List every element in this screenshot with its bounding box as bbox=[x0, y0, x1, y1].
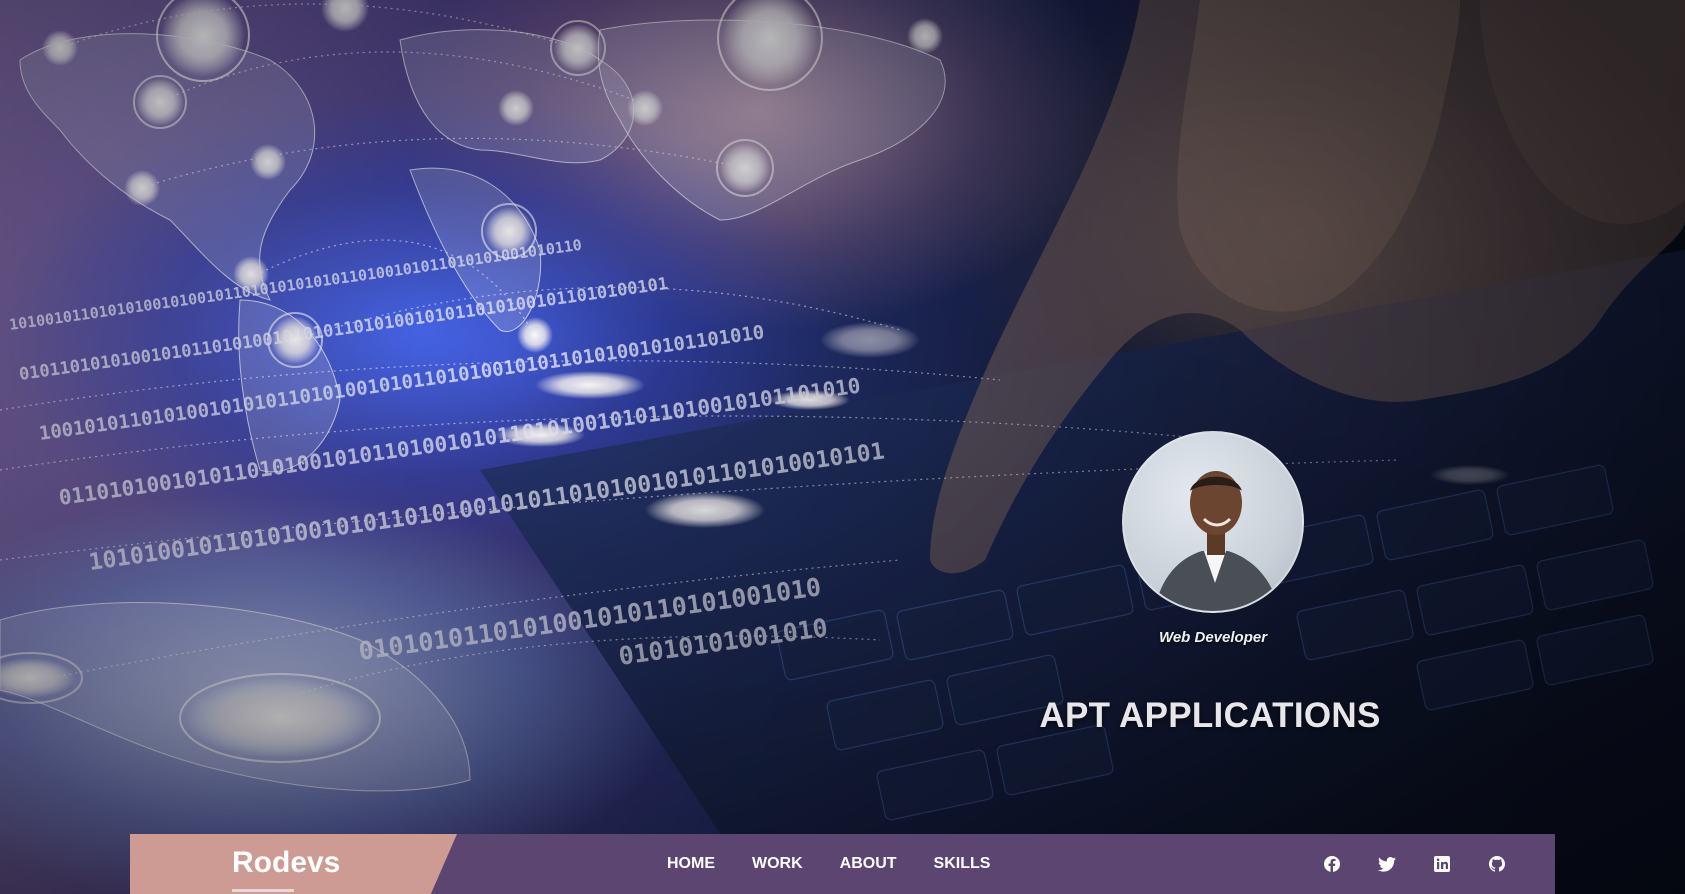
social-links bbox=[1323, 834, 1543, 894]
linkedin-icon[interactable] bbox=[1433, 855, 1451, 873]
facebook-icon[interactable] bbox=[1323, 855, 1341, 873]
hero-headline: APT APPLICATIONS bbox=[1039, 696, 1381, 735]
github-icon[interactable] bbox=[1488, 855, 1506, 873]
hero-artwork: 1010010110101010010100101101010101010110… bbox=[0, 0, 1685, 894]
nav-link-work[interactable]: WORK bbox=[752, 855, 803, 873]
nav-menu: HOME WORK ABOUT SKILLS bbox=[667, 834, 1027, 894]
brand-underline bbox=[232, 889, 294, 892]
role-subtitle: Web Developer bbox=[1158, 629, 1268, 646]
person-portrait-icon bbox=[1154, 471, 1280, 611]
twitter-icon[interactable] bbox=[1378, 855, 1396, 873]
profile-avatar bbox=[1122, 431, 1304, 613]
nav-link-about[interactable]: ABOUT bbox=[840, 855, 897, 873]
nav-link-home[interactable]: HOME bbox=[667, 855, 715, 873]
brand-logo-link[interactable]: Rodevs bbox=[232, 846, 340, 880]
main-navbar: Rodevs HOME WORK ABOUT SKILLS bbox=[130, 834, 1555, 894]
hero-background: 1010010110101010010100101101010101010110… bbox=[0, 0, 1685, 894]
nav-link-skills[interactable]: SKILLS bbox=[934, 855, 991, 873]
